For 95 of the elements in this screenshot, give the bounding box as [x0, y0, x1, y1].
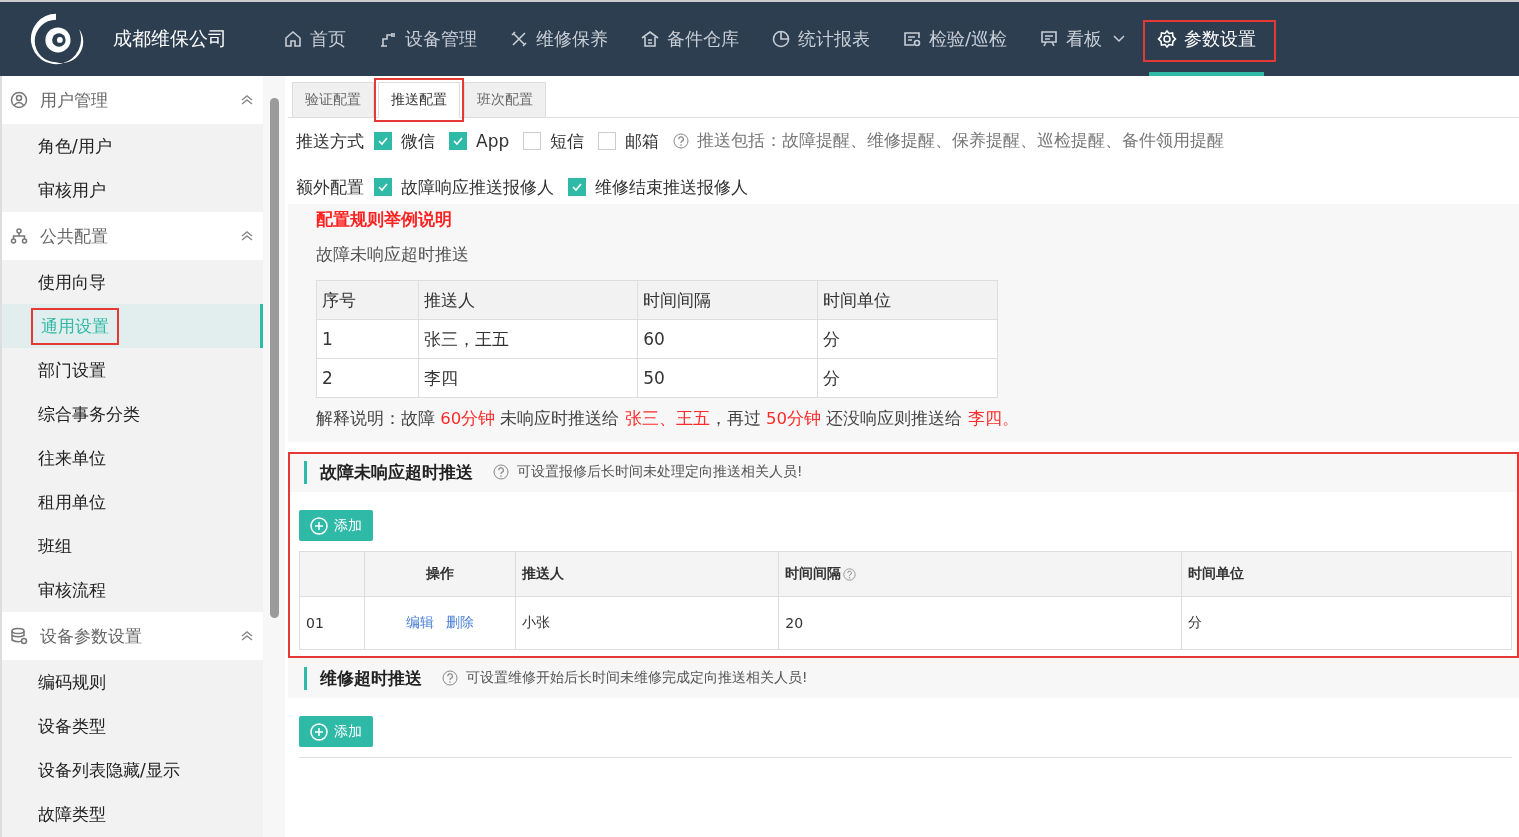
column-header: 时间间隔	[637, 280, 818, 320]
push-note: 推送包括：故障提醒、维修提醒、保养提醒、巡检提醒、备件领用提醒	[697, 130, 1225, 152]
action-link[interactable]: 编辑	[406, 614, 434, 630]
double-chevron-icon	[241, 230, 253, 242]
hierarchy-icon	[10, 227, 28, 245]
table-cell: 小张	[515, 596, 779, 650]
double-chevron-icon	[241, 630, 253, 642]
column-header: 时间间隔	[778, 551, 1182, 597]
pie-chart-icon	[771, 29, 791, 49]
sidebar-item[interactable]: 部门设置	[2, 348, 263, 392]
section-hint: 可设置报修后长时间未处理定向推送相关人员!	[517, 463, 803, 481]
sidebar-item[interactable]: 综合事务分类	[2, 392, 263, 436]
help-icon	[442, 670, 458, 686]
table-cell: 1	[316, 319, 419, 359]
checkbox[interactable]	[449, 132, 467, 150]
column-header: 序号	[316, 280, 419, 320]
checkbox[interactable]	[374, 178, 392, 196]
nav-item[interactable]: 首页	[267, 2, 362, 76]
checkbox-label: 故障响应推送报修人	[401, 175, 554, 199]
sidebar-item[interactable]: 班组	[2, 524, 263, 568]
action-link[interactable]: 删除	[446, 614, 474, 630]
sidebar-item[interactable]: 设备类型	[2, 704, 263, 748]
nav-item[interactable]: 统计报表	[755, 2, 886, 76]
sidebar-item[interactable]: 角色/用户	[2, 124, 263, 168]
home-icon	[283, 29, 303, 49]
table-cell: 分	[817, 358, 998, 398]
checkmark-icon	[377, 181, 389, 193]
checkbox[interactable]	[568, 178, 586, 196]
section-title: 故障未响应超时推送	[304, 460, 473, 484]
column-header: 操作	[364, 551, 516, 597]
nav-item[interactable]: 设备管理	[362, 2, 493, 76]
tools-icon	[509, 29, 529, 49]
checkbox-label: App	[476, 131, 510, 151]
checkmark-icon	[452, 135, 464, 147]
table-cell: 20	[778, 596, 1182, 650]
sidebar-group-header[interactable]: 设备参数设置	[2, 612, 263, 660]
table-cell: 50	[637, 358, 818, 398]
company-name: 成都维保公司	[113, 26, 227, 51]
database-icon	[10, 627, 28, 645]
checkmark-icon	[571, 181, 583, 193]
sidebar-item[interactable]: 使用向导	[2, 260, 263, 304]
table-cell: 60	[637, 319, 818, 359]
double-chevron-icon	[241, 94, 253, 106]
table-cell: 李四	[419, 358, 638, 398]
warehouse-icon	[640, 29, 660, 49]
checkbox-label: 邮箱	[625, 129, 660, 153]
nav-item[interactable]: 维修保养	[493, 2, 624, 76]
checkbox-label: 维修结束推送报修人	[595, 175, 748, 199]
explanation-text: 解释说明：故障 60分钟 未响应时推送给 张三、王五，再过 50分钟 还没响应则推送给 李四。	[316, 408, 1020, 430]
column-header: 推送人	[515, 551, 779, 597]
scrollbar[interactable]	[263, 76, 285, 837]
table-cell: 分	[1181, 596, 1512, 650]
sidebar-item[interactable]: 审核用户	[2, 168, 263, 212]
nav-item[interactable]: 看板	[1023, 2, 1142, 76]
nav-item[interactable]: 参数设置	[1141, 2, 1273, 76]
sidebar-item[interactable]: 故障类型	[2, 792, 263, 836]
table-cell: 2	[316, 358, 419, 398]
sidebar-group-header[interactable]: 公共配置	[2, 212, 263, 260]
nav-item[interactable]: 备件仓库	[624, 2, 755, 76]
sidebar-item[interactable]: 往来单位	[2, 436, 263, 480]
section-hint: 可设置维修开始后长时间未维修完成定向推送相关人员!	[466, 669, 808, 687]
checkbox[interactable]	[523, 132, 542, 150]
checkbox-label: 微信	[401, 129, 435, 153]
sidebar-item[interactable]: 租用单位	[2, 480, 263, 524]
help-icon	[843, 567, 857, 581]
section-title: 维修超时推送	[304, 666, 422, 690]
tab[interactable]: 班次配置	[464, 82, 546, 118]
table-cell: 分	[817, 319, 998, 359]
help-icon	[673, 133, 690, 149]
checkbox[interactable]	[374, 132, 392, 150]
nav-item[interactable]: 检验/巡检	[886, 2, 1024, 76]
plus-circle-icon	[310, 722, 328, 741]
checkmark-icon	[377, 135, 389, 147]
column-header: 时间单位	[817, 280, 998, 320]
sidebar-group-header[interactable]: 用户管理	[2, 76, 263, 124]
sidebar-item[interactable]: 设备列表隐藏/显示	[2, 748, 263, 792]
checkbox[interactable]	[598, 132, 617, 150]
sidebar-item[interactable]: 编码规则	[2, 660, 263, 704]
board-icon	[1039, 29, 1060, 49]
tab[interactable]: 验证配置	[292, 82, 374, 118]
column-header: 时间单位	[1181, 551, 1512, 597]
field-label: 额外配置	[296, 175, 364, 199]
user-icon	[10, 91, 28, 109]
example-subtitle: 故障未响应超时推送	[316, 243, 470, 266]
sidebar-item[interactable]: 审核流程	[2, 568, 263, 612]
plus-circle-icon	[310, 516, 328, 535]
column-header: 推送人	[419, 280, 638, 320]
table-cell: 张三，王五	[419, 319, 638, 359]
field-label: 推送方式	[296, 129, 364, 153]
settings-icon	[1157, 29, 1178, 49]
document-pin-icon	[902, 29, 922, 49]
table-cell: 01	[299, 596, 365, 650]
example-title: 配置规则举例说明	[316, 208, 453, 231]
help-icon	[493, 464, 509, 480]
checkbox-label: 短信	[550, 129, 585, 153]
